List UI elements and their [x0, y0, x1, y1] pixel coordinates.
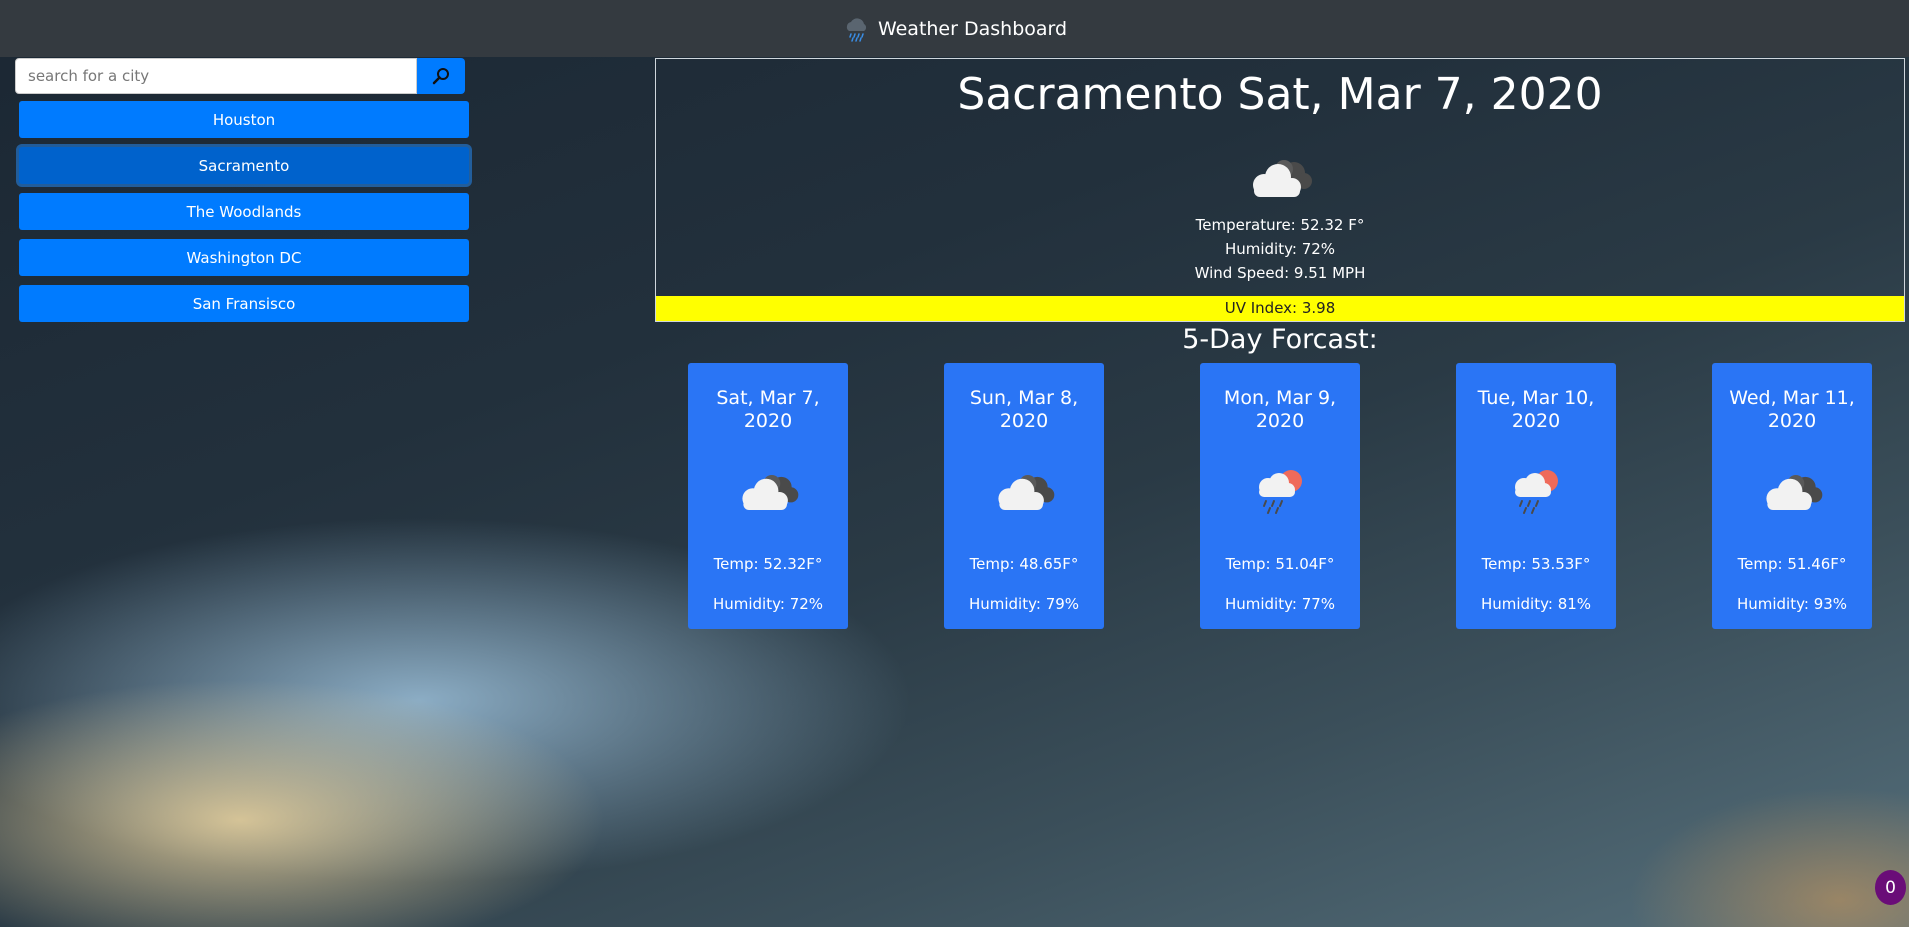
navbar: Weather Dashboard — [0, 0, 1909, 57]
forecast-date: Sat, Mar 7, 2020 — [716, 387, 820, 432]
current-temperature: Temperature: 52.32 F° — [1195, 216, 1365, 234]
forecast-card: Tue, Mar 10, 2020 Temp: 53.53F° Humidity… — [1456, 363, 1616, 629]
forecast-humidity: Humidity: 77% — [1224, 595, 1336, 613]
notification-badge[interactable]: 0 — [1875, 870, 1906, 905]
forecast-humidity: Humidity: 93% — [1736, 595, 1848, 613]
forecast-card: Wed, Mar 11, 2020 Temp: 51.46F° Humidity… — [1712, 363, 1872, 629]
cloudy-icon — [998, 474, 1055, 510]
city-button-houston[interactable]: Houston — [19, 101, 469, 138]
forecast-temp: Temp: 52.32F° — [713, 555, 823, 573]
search-input[interactable] — [15, 58, 417, 94]
forecast-date: Wed, Mar 11, 2020 — [1729, 387, 1855, 432]
forecast-heading: 5-Day Forcast: — [1182, 324, 1378, 355]
forecast-humidity: Humidity: 72% — [712, 595, 824, 613]
cloudy-icon — [1766, 474, 1823, 510]
cloudy-icon — [1253, 160, 1312, 197]
city-button-sacramento[interactable]: Sacramento — [19, 147, 469, 184]
city-button-san-fransisco[interactable]: San Fransisco — [19, 285, 469, 322]
city-history-list: Houston Sacramento The Woodlands Washing… — [19, 101, 469, 331]
forecast-card: Sun, Mar 8, 2020 Temp: 48.65F° Humidity:… — [944, 363, 1104, 629]
brand-title: Weather Dashboard — [877, 17, 1068, 40]
uv-index-badge: UV Index: 3.98 — [656, 296, 1904, 321]
rain-cloud-icon — [846, 17, 867, 42]
forecast-humidity: Humidity: 81% — [1480, 595, 1592, 613]
current-weather-panel: Sacramento Sat, Mar 7, 2020 Temperature:… — [655, 58, 1905, 322]
current-humidity: Humidity: 72% — [1224, 240, 1336, 258]
forecast-date: Tue, Mar 10, 2020 — [1477, 387, 1595, 432]
search-bar — [15, 58, 465, 94]
forecast-temp: Temp: 51.46F° — [1737, 555, 1847, 573]
sun-rain-icon — [1515, 470, 1558, 514]
current-wind-speed: Wind Speed: 9.51 MPH — [1194, 264, 1366, 282]
forecast-card: Sat, Mar 7, 2020 Temp: 52.32F° Humidity:… — [688, 363, 848, 629]
forecast-date: Sun, Mar 8, 2020 — [969, 387, 1079, 432]
city-button-washington-dc[interactable]: Washington DC — [19, 239, 469, 276]
forecast-date: Mon, Mar 9, 2020 — [1223, 387, 1337, 432]
forecast-temp: Temp: 53.53F° — [1481, 555, 1591, 573]
current-title: Sacramento Sat, Mar 7, 2020 — [957, 69, 1603, 120]
search-button[interactable] — [417, 58, 465, 94]
forecast-temp: Temp: 51.04F° — [1225, 555, 1335, 573]
forecast-card: Mon, Mar 9, 2020 Temp: 51.04F° Humidity:… — [1200, 363, 1360, 629]
city-button-the-woodlands[interactable]: The Woodlands — [19, 193, 469, 230]
brand[interactable]: Weather Dashboard — [842, 15, 1067, 43]
cloudy-icon — [742, 474, 799, 510]
forecast-humidity: Humidity: 79% — [968, 595, 1080, 613]
search-icon — [432, 68, 449, 85]
forecast-temp: Temp: 48.65F° — [969, 555, 1079, 573]
sun-rain-icon — [1259, 470, 1302, 514]
